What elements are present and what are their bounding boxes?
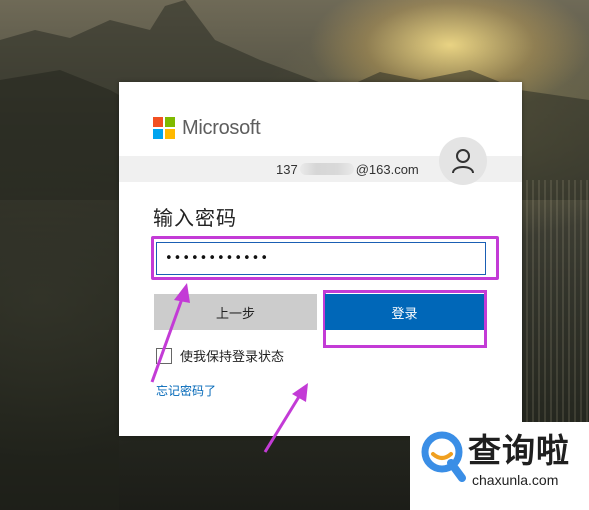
arrow-to-login bbox=[263, 383, 308, 453]
arrow-to-password bbox=[150, 283, 190, 383]
watermark-text-cn: 查询啦 bbox=[468, 431, 570, 470]
watermark-text-en: chaxunla.com bbox=[472, 472, 559, 488]
watermark: 查询啦 chaxunla.com bbox=[410, 422, 589, 510]
chaxunla-logo-icon bbox=[421, 431, 466, 482]
